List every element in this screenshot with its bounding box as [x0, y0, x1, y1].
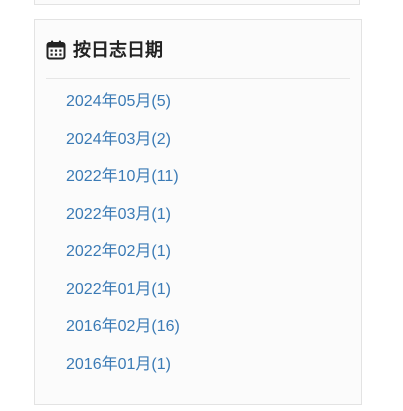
list-item: 2016年01月(1) [66, 355, 180, 393]
list-item: 2022年01月(1) [66, 280, 180, 318]
list-item: 2022年03月(1) [66, 205, 180, 243]
archive-link-2016-02[interactable]: 2016年02月(16) [66, 318, 180, 335]
archive-link-2022-01[interactable]: 2022年01月(1) [66, 281, 171, 298]
list-item: 2022年10月(11) [66, 167, 180, 205]
calendar-icon [46, 40, 66, 60]
archive-link-2024-03[interactable]: 2024年03月(2) [66, 131, 171, 148]
archive-by-date-widget: 按日志日期 2024年05月(5) 2024年03月(2) 2022年10月(1… [34, 19, 362, 405]
archive-link-2024-05[interactable]: 2024年05月(5) [66, 93, 171, 110]
archive-link-2022-10[interactable]: 2022年10月(11) [66, 168, 179, 185]
list-item: 2024年05月(5) [66, 92, 180, 130]
archive-list: 2024年05月(5) 2024年03月(2) 2022年10月(11) 202… [66, 92, 180, 392]
widget-header: 按日志日期 [46, 40, 350, 79]
previous-widget-panel [34, 0, 360, 5]
archive-link-2016-01[interactable]: 2016年01月(1) [66, 356, 171, 373]
list-item: 2024年03月(2) [66, 130, 180, 168]
archive-link-2022-03[interactable]: 2022年03月(1) [66, 206, 171, 223]
archive-link-2022-02[interactable]: 2022年02月(1) [66, 243, 171, 260]
widget-title: 按日志日期 [73, 40, 163, 60]
list-item: 2016年02月(16) [66, 317, 180, 355]
list-item: 2022年02月(1) [66, 242, 180, 280]
